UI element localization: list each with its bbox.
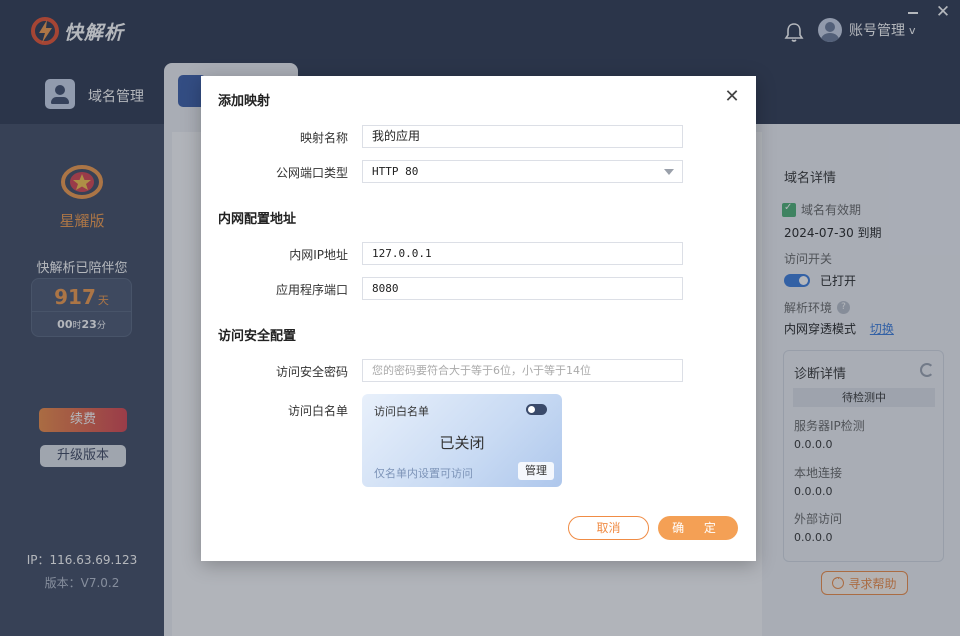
- port-type-value: HTTP 80: [372, 165, 419, 178]
- app-port-input[interactable]: 8080: [362, 277, 683, 300]
- intranet-section-title: 内网配置地址: [218, 212, 297, 227]
- password-input[interactable]: 您的密码要符合大于等于6位，小于等于14位: [362, 359, 683, 382]
- app-port-label: 应用程序端口: [275, 283, 348, 297]
- confirm-button[interactable]: 确 定: [658, 516, 738, 540]
- whitelist-manage-button[interactable]: 管理: [518, 462, 554, 480]
- port-type-select[interactable]: HTTP 80: [362, 160, 683, 183]
- password-label: 访问安全密码: [275, 365, 348, 379]
- mapping-name-label: 映射名称: [299, 131, 348, 145]
- dialog-title: 添加映射: [218, 94, 271, 109]
- intranet-ip-input[interactable]: 127.0.0.1: [362, 242, 683, 265]
- add-mapping-dialog: 添加映射 ✕ 映射名称 我的应用 公网端口类型 HTTP 80 内网配置地址 内…: [201, 76, 756, 561]
- port-type-label: 公网端口类型: [275, 166, 348, 180]
- whitelist-state: 已关闭: [439, 434, 485, 452]
- whitelist-card-title: 访问白名单: [374, 405, 429, 418]
- chevron-down-icon: [664, 169, 674, 175]
- whitelist-toggle[interactable]: [526, 404, 547, 415]
- security-section-title: 访问安全配置: [218, 329, 297, 344]
- whitelist-hint: 仅名单内设置可访问: [374, 467, 473, 480]
- mapping-name-input[interactable]: 我的应用: [362, 125, 683, 148]
- intranet-ip-label: 内网IP地址: [289, 248, 348, 262]
- cancel-button[interactable]: 取消: [568, 516, 649, 540]
- whitelist-label: 访问白名单: [287, 404, 348, 418]
- whitelist-card: 访问白名单 已关闭 仅名单内设置可访问 管理: [362, 394, 562, 487]
- close-icon[interactable]: ✕: [723, 88, 741, 106]
